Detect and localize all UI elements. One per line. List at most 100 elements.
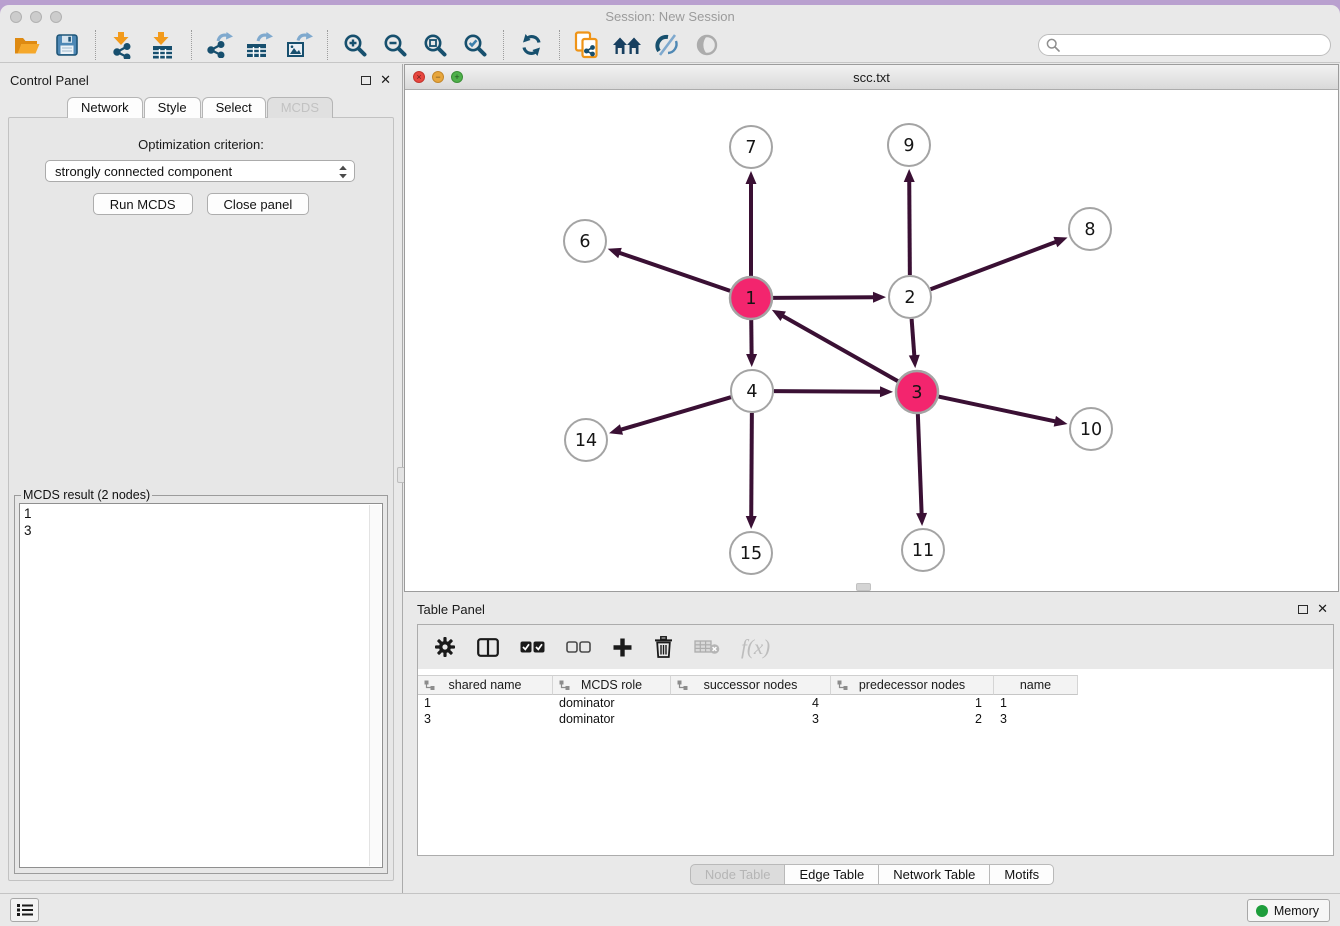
settings-gear-icon[interactable] xyxy=(434,633,456,661)
zoom-fit-icon[interactable] xyxy=(418,30,452,60)
run-mcds-button[interactable]: Run MCDS xyxy=(93,193,193,215)
home-view-icon[interactable] xyxy=(610,30,644,60)
open-file-icon[interactable] xyxy=(10,30,44,60)
mcds-panel: Optimization criterion: strongly connect… xyxy=(8,117,394,881)
column-header-name[interactable]: name xyxy=(994,675,1078,695)
export-table-icon[interactable] xyxy=(242,30,276,60)
edge-2-9[interactable] xyxy=(909,180,910,275)
show-column-panel-icon[interactable] xyxy=(477,633,499,661)
edge-arrowhead xyxy=(916,513,927,526)
edge-arrowhead xyxy=(909,355,920,368)
table-panel-title: Table Panel xyxy=(417,602,485,617)
result-line: 1 xyxy=(24,505,378,522)
memory-button[interactable]: Memory xyxy=(1247,899,1330,922)
tab-select[interactable]: Select xyxy=(202,97,266,118)
node-label-3: 3 xyxy=(911,383,922,403)
edge-1-2[interactable] xyxy=(773,297,875,298)
select-all-columns-icon[interactable] xyxy=(520,633,545,661)
node-label-1: 1 xyxy=(745,289,756,309)
toolbar-separator xyxy=(327,30,328,60)
search-input[interactable] xyxy=(1038,34,1331,56)
table-cell: 2 xyxy=(831,711,994,727)
result-scrollbar[interactable] xyxy=(369,505,381,866)
birds-eye-view-icon[interactable] xyxy=(690,30,724,60)
duplicate-network-icon[interactable] xyxy=(570,30,604,60)
import-table-icon[interactable] xyxy=(146,30,180,60)
toolbar-separator xyxy=(559,30,560,60)
edge-2-8[interactable] xyxy=(931,241,1058,289)
column-header-shared-name[interactable]: shared name xyxy=(418,675,553,695)
node-label-10: 10 xyxy=(1080,420,1102,440)
column-header-successor-nodes[interactable]: successor nodes xyxy=(671,675,831,695)
node-label-7: 7 xyxy=(745,138,756,158)
toolbar-separator xyxy=(95,30,96,60)
close-panel-icon[interactable]: ✕ xyxy=(380,75,391,85)
node-label-8: 8 xyxy=(1084,220,1095,240)
criterion-dropdown[interactable]: strongly connected component xyxy=(45,160,355,182)
tab-network[interactable]: Network xyxy=(67,97,143,118)
edge-arrowhead xyxy=(880,386,893,397)
edge-arrowhead xyxy=(904,169,915,182)
float-panel-icon[interactable] xyxy=(361,76,371,85)
edge-3-11[interactable] xyxy=(918,414,922,515)
zoom-out-icon[interactable] xyxy=(378,30,412,60)
edge-arrowhead xyxy=(1054,416,1068,427)
edge-3-10[interactable] xyxy=(939,397,1057,422)
add-column-icon[interactable] xyxy=(612,633,633,661)
task-history-button[interactable] xyxy=(10,898,39,922)
tab-network-table[interactable]: Network Table xyxy=(879,864,990,885)
toggle-graphics-details-icon[interactable] xyxy=(650,30,684,60)
import-network-icon[interactable] xyxy=(106,30,140,60)
edge-3-1[interactable] xyxy=(781,315,897,381)
edge-4-14[interactable] xyxy=(620,397,731,430)
edge-1-6[interactable] xyxy=(618,252,730,290)
control-panel: Control Panel ✕ NetworkStyleSelectMCDS O… xyxy=(0,65,401,893)
edge-arrowhead xyxy=(746,171,757,184)
float-table-panel-icon[interactable] xyxy=(1298,605,1308,614)
delete-column-icon[interactable] xyxy=(654,633,673,661)
edge-arrowhead xyxy=(609,424,623,435)
toolbar-separator xyxy=(191,30,192,60)
network-bottom-grip[interactable] xyxy=(856,583,871,591)
refresh-layout-icon[interactable] xyxy=(514,30,548,60)
result-line: 3 xyxy=(24,522,378,539)
mcds-result-textarea[interactable]: 13 xyxy=(19,503,383,868)
node-label-14: 14 xyxy=(575,431,597,451)
tab-style[interactable]: Style xyxy=(144,97,201,118)
column-header-predecessor-nodes[interactable]: predecessor nodes xyxy=(831,675,994,695)
table-body: 1dominator4113dominator323 xyxy=(418,695,1333,727)
function-builder-icon: f(x) xyxy=(741,633,770,661)
network-canvas[interactable]: 7968124314101511 xyxy=(405,91,1338,591)
zoom-selected-icon[interactable] xyxy=(458,30,492,60)
status-bar: Memory xyxy=(0,893,1340,926)
export-image-icon[interactable] xyxy=(282,30,316,60)
node-label-15: 15 xyxy=(740,544,762,564)
edge-4-3[interactable] xyxy=(774,391,882,392)
app-titlebar: Session: New Session xyxy=(0,5,1340,29)
control-panel-tabs: NetworkStyleSelectMCDS xyxy=(0,97,401,118)
table-cell: dominator xyxy=(553,711,671,727)
save-session-icon[interactable] xyxy=(50,30,84,60)
column-header-MCDS-role[interactable]: MCDS role xyxy=(553,675,671,695)
edge-arrowhead xyxy=(746,516,757,529)
table-row[interactable]: 1dominator411 xyxy=(418,695,1333,711)
network-graph[interactable]: 7968124314101511 xyxy=(405,91,1338,592)
close-panel-button[interactable]: Close panel xyxy=(207,193,310,215)
unselect-all-columns-icon[interactable] xyxy=(566,633,591,661)
edge-2-3[interactable] xyxy=(912,319,915,357)
control-panel-title: Control Panel xyxy=(10,73,89,88)
app-window: Session: New Session xyxy=(0,5,1340,926)
close-table-panel-icon[interactable]: ✕ xyxy=(1317,604,1328,614)
tab-edge-table[interactable]: Edge Table xyxy=(785,864,879,885)
export-network-icon[interactable] xyxy=(202,30,236,60)
table-panel: Table Panel ✕ xyxy=(404,594,1340,893)
memory-label: Memory xyxy=(1274,904,1319,918)
tab-node-table[interactable]: Node Table xyxy=(690,864,786,885)
tab-mcds[interactable]: MCDS xyxy=(267,97,333,118)
table-tabs: Node TableEdge TableNetwork TableMotifs xyxy=(404,864,1340,885)
table-row[interactable]: 3dominator323 xyxy=(418,711,1333,727)
edge-4-15[interactable] xyxy=(751,413,752,518)
zoom-in-icon[interactable] xyxy=(338,30,372,60)
tab-motifs[interactable]: Motifs xyxy=(990,864,1054,885)
memory-status-icon xyxy=(1256,905,1268,917)
